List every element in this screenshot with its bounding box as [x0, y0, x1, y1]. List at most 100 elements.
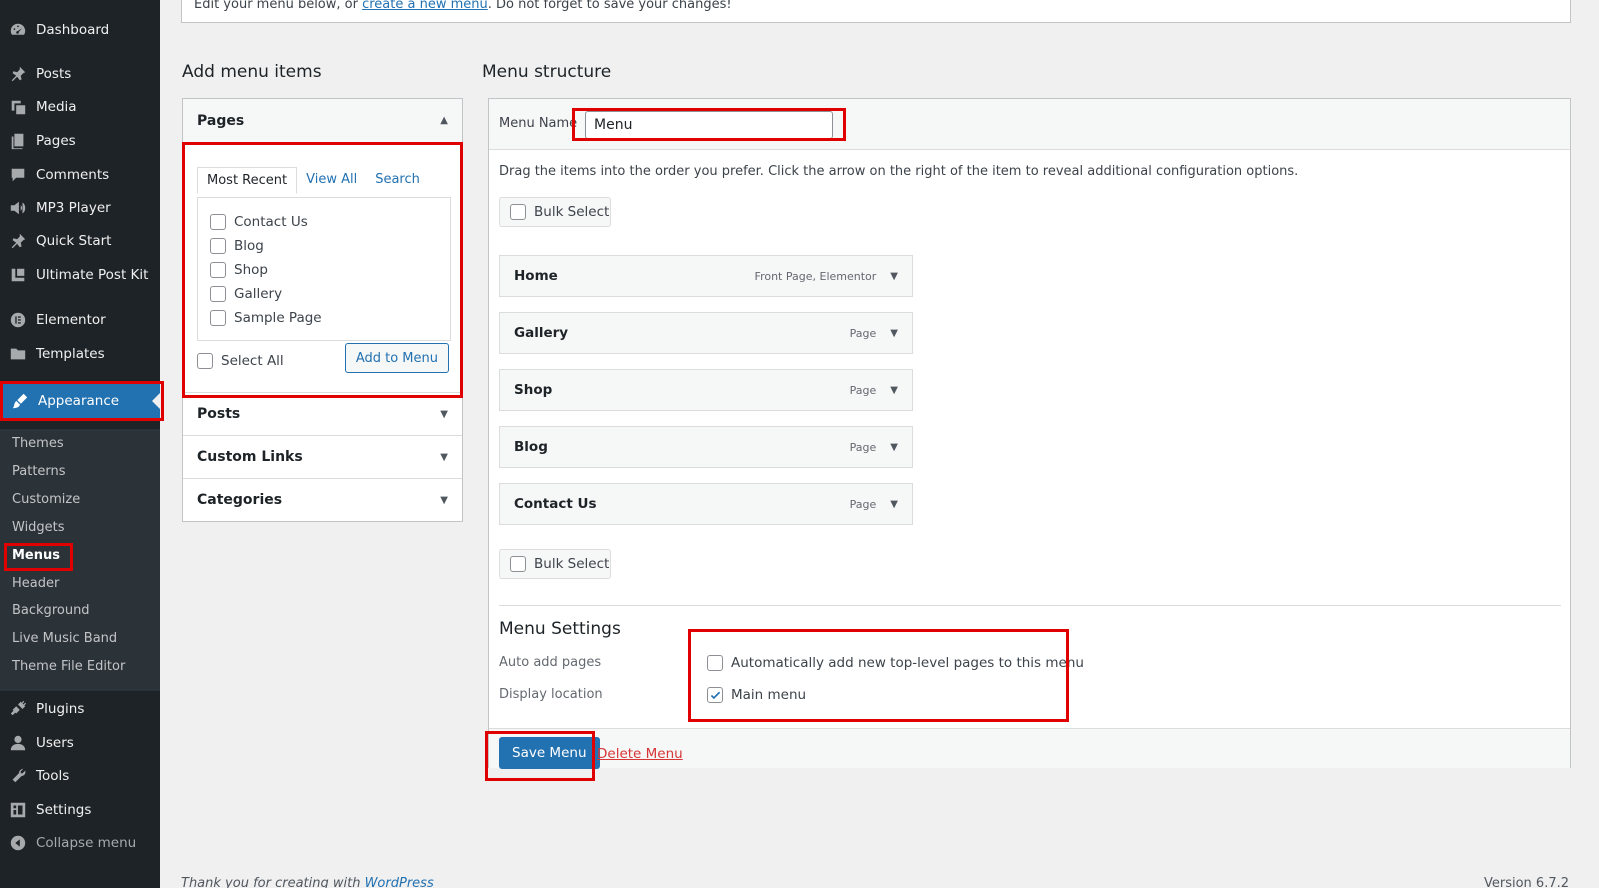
accordion-custom-links[interactable]: Custom Links ▼: [183, 435, 462, 478]
page-label: Contact Us: [234, 214, 308, 230]
menu-name-input[interactable]: [585, 111, 833, 139]
chevron-down-icon[interactable]: ▼: [890, 442, 898, 453]
checkbox[interactable]: [210, 238, 226, 254]
menu-item[interactable]: Home Front Page, Elementor ▼: [499, 255, 913, 297]
wordpress-link[interactable]: WordPress: [365, 876, 434, 888]
sidebar-item-appearance[interactable]: Appearance: [2, 384, 160, 418]
menu-item-type: Page: [849, 383, 877, 397]
checkbox[interactable]: [210, 262, 226, 278]
sidebar-item-quick-start[interactable]: Quick Start: [0, 224, 160, 258]
tab-search[interactable]: Search: [366, 167, 429, 194]
submenu-widgets[interactable]: Widgets: [12, 520, 65, 535]
sidebar-item-settings[interactable]: Settings: [0, 793, 160, 827]
select-all-label: Select All: [221, 353, 284, 369]
add-to-menu-button[interactable]: Add to Menu: [344, 343, 449, 373]
list-item[interactable]: Sample Page: [210, 306, 322, 330]
save-menu-button[interactable]: Save Menu: [499, 737, 600, 769]
most-recent-panel: Contact Us Blog Shop Gallery Sample Page: [197, 197, 451, 341]
admin-footer-text: Thank you for creating with WordPress: [181, 876, 434, 888]
chevron-up-icon: ▲: [440, 115, 448, 126]
sidebar-item-pages[interactable]: Pages: [0, 124, 160, 158]
pin-icon: [0, 65, 36, 83]
list-item[interactable]: Shop: [210, 258, 322, 282]
sidebar-item-comments[interactable]: Comments: [0, 158, 160, 192]
sidebar-item-media[interactable]: Media: [0, 90, 160, 124]
wrench-icon: [0, 767, 36, 785]
bulk-select-bottom[interactable]: Bulk Select: [499, 549, 611, 579]
accordion-pages[interactable]: Pages ▲: [183, 99, 462, 142]
sidebar-item-label: Dashboard: [36, 22, 110, 38]
menu-item[interactable]: Shop Page ▼: [499, 369, 913, 411]
tab-view-all[interactable]: View All: [297, 167, 366, 194]
page-label: Gallery: [234, 286, 283, 302]
create-new-menu-link[interactable]: create a new menu: [362, 0, 488, 12]
tab-most-recent[interactable]: Most Recent: [197, 167, 298, 194]
accordion-categories-label: Categories: [197, 492, 283, 508]
sidebar-item-mp3-player[interactable]: MP3 Player: [0, 191, 160, 225]
chevron-down-icon[interactable]: ▼: [890, 328, 898, 339]
menu-item[interactable]: Blog Page ▼: [499, 426, 913, 468]
add-items-accordion: Pages ▲ Most Recent View All Search Cont…: [182, 98, 463, 522]
submenu-header[interactable]: Header: [12, 576, 59, 591]
sidebar-item-dashboard[interactable]: Dashboard: [0, 13, 160, 47]
sidebar-item-label: Quick Start: [36, 233, 112, 249]
chevron-down-icon: ▼: [440, 451, 448, 463]
main-menu-option[interactable]: Main menu: [707, 683, 806, 707]
page-checklist: Contact Us Blog Shop Gallery Sample Page: [210, 210, 322, 330]
menu-item[interactable]: Gallery Page ▼: [499, 312, 913, 354]
sidebar-item-label: Posts: [36, 66, 72, 82]
checkbox[interactable]: [510, 556, 526, 572]
page-label: Sample Page: [234, 310, 322, 326]
list-item[interactable]: Gallery: [210, 282, 322, 306]
bulk-select-top[interactable]: Bulk Select: [499, 197, 611, 227]
submenu-customize[interactable]: Customize: [12, 492, 80, 507]
chevron-down-icon[interactable]: ▼: [890, 385, 898, 396]
checkbox[interactable]: [510, 204, 526, 220]
checkbox[interactable]: [210, 310, 226, 326]
sidebar-item-tools[interactable]: Tools: [0, 759, 160, 793]
sidebar-item-label: Appearance: [38, 393, 120, 409]
sidebar-item-users[interactable]: Users: [0, 726, 160, 760]
pages-panel: Most Recent View All Search Contact Us B…: [183, 142, 462, 392]
sidebar-item-ultimate-post-kit[interactable]: Ultimate Post Kit: [0, 258, 160, 292]
submenu-themes[interactable]: Themes: [12, 436, 64, 451]
chevron-down-icon[interactable]: ▼: [890, 499, 898, 510]
checkbox[interactable]: [210, 214, 226, 230]
chevron-down-icon: ▼: [440, 408, 448, 420]
submenu-menus[interactable]: Menus: [12, 548, 60, 563]
sidebar-item-plugins[interactable]: Plugins: [0, 692, 160, 726]
page-label: Shop: [234, 262, 268, 278]
media-icon: [0, 98, 36, 116]
collapse-menu-button[interactable]: Collapse menu: [0, 826, 160, 860]
menu-item-type: Page: [849, 497, 877, 511]
select-all[interactable]: Select All: [197, 349, 284, 373]
sidebar-item-elementor[interactable]: Elementor: [0, 303, 160, 337]
sidebar-item-label: Templates: [36, 346, 105, 362]
auto-add-checkbox[interactable]: [707, 655, 723, 671]
submenu-live-music-band[interactable]: Live Music Band: [12, 631, 117, 646]
list-item[interactable]: Blog: [210, 234, 322, 258]
submenu-background[interactable]: Background: [12, 603, 90, 618]
bulk-select-label: Bulk Select: [534, 204, 610, 220]
submenu-patterns[interactable]: Patterns: [12, 464, 66, 479]
folder-icon: [0, 345, 36, 363]
submenu-theme-file-editor[interactable]: Theme File Editor: [12, 659, 125, 674]
menu-name-label: Menu Name: [499, 116, 578, 131]
accordion-posts[interactable]: Posts ▼: [183, 392, 462, 435]
main-menu-checkbox[interactable]: [707, 687, 723, 703]
menu-item-title: Gallery: [514, 325, 569, 341]
chevron-down-icon[interactable]: ▼: [890, 271, 898, 282]
pin-icon: [0, 232, 36, 250]
delete-menu-link[interactable]: Delete Menu: [597, 746, 683, 762]
sidebar-item-label: Comments: [36, 167, 110, 183]
auto-add-option[interactable]: Automatically add new top-level pages to…: [707, 651, 1084, 675]
pages-tabs: Most Recent View All Search: [197, 167, 429, 194]
notice-after: . Do not forget to save your changes!: [487, 0, 732, 12]
checkbox[interactable]: [210, 286, 226, 302]
menu-item[interactable]: Contact Us Page ▼: [499, 483, 913, 525]
list-item[interactable]: Contact Us: [210, 210, 322, 234]
sidebar-item-templates[interactable]: Templates: [0, 337, 160, 371]
accordion-categories[interactable]: Categories ▼: [183, 478, 462, 521]
sidebar-item-posts[interactable]: Posts: [0, 57, 160, 91]
select-all-checkbox[interactable]: [197, 353, 213, 369]
